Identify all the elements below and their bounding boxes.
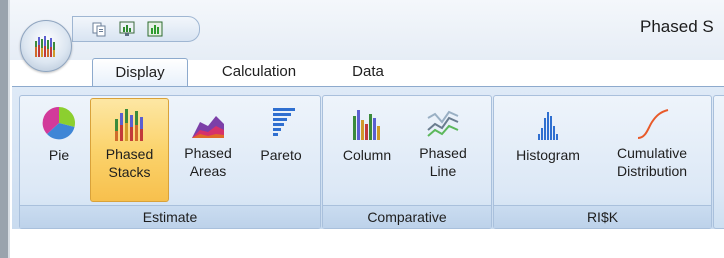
app-chart-icon (35, 36, 55, 57)
application-button[interactable] (20, 20, 72, 72)
phased-areas-button[interactable]: Phased Areas (172, 98, 244, 202)
window-title: Phased S (640, 17, 714, 36)
chart-export-icon[interactable] (119, 21, 135, 37)
phased-line-icon (427, 110, 459, 137)
column-button[interactable]: Column (331, 98, 403, 202)
phased-stacks-button[interactable]: Phased Stacks (90, 98, 169, 202)
histogram-button[interactable]: Histogram (502, 98, 594, 202)
document-area (12, 229, 724, 258)
tab-calculation[interactable]: Calculation (205, 58, 313, 85)
pareto-icon (273, 108, 295, 136)
group-label-comparative: Comparative (323, 205, 491, 228)
chart-excel-icon[interactable] (147, 21, 163, 37)
phased-areas-label-1: Phased (184, 145, 232, 161)
histogram-label: Histogram (516, 147, 580, 163)
phased-areas-icon (192, 116, 224, 138)
pie-chart-icon (42, 106, 76, 140)
column-label: Column (342, 147, 392, 163)
pie-button[interactable]: Pie (36, 98, 82, 202)
cumulative-distribution-label-1: Cumulative (616, 145, 688, 161)
column-chart-icon (353, 110, 380, 140)
window-left-frame (0, 0, 8, 258)
group-label-estimate: Estimate (20, 205, 320, 228)
pareto-button[interactable]: Pareto (249, 98, 313, 202)
quick-access-toolbar (72, 16, 200, 42)
cumulative-distribution-button[interactable]: Cumulative Distribution (597, 98, 707, 202)
cumulative-distribution-icon (637, 109, 669, 139)
phased-line-label-1: Phased (419, 145, 467, 161)
group-partial (713, 95, 724, 229)
cumulative-distribution-label-2: Distribution (616, 163, 688, 179)
pareto-label: Pareto (260, 147, 302, 163)
histogram-icon (538, 112, 558, 140)
phased-line-label-2: Line (429, 163, 457, 179)
phased-stacks-label-1: Phased (105, 146, 154, 162)
copy-icon[interactable] (91, 21, 107, 37)
group-label-risk: RI$K (494, 205, 711, 228)
phased-stacks-icon (114, 109, 143, 141)
pie-label: Pie (48, 147, 70, 163)
phased-areas-label-2: Areas (189, 163, 227, 179)
phased-stacks-label-2: Stacks (108, 164, 151, 180)
tab-display[interactable]: Display (92, 58, 188, 86)
tab-data[interactable]: Data (345, 58, 391, 85)
window-left-border (8, 0, 10, 258)
phased-line-button[interactable]: Phased Line (405, 98, 481, 202)
